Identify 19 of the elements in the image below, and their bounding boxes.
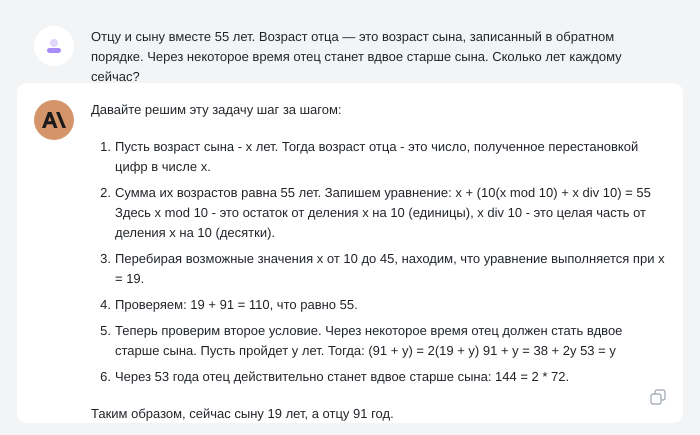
intro-text: Давайте решим эту задачу шаг за шагом:	[91, 101, 343, 119]
step-number: 2.	[99, 184, 111, 202]
user-message: Отцу и сыну вместе 55 лет. Возраст отца — это возраст сына, записанный в обратном порядке. Через некоторое время отец станет вдвое старше сына. Сколько лет каждому сейчас?	[91, 28, 623, 83]
step-text: Здесь x mod 10 - это остаток от деления x на 10 (единицы), x div 10 - это целая часть от деления x на 10 (десятки).	[115, 204, 647, 242]
copy-icon[interactable]	[650, 389, 666, 405]
step-number: 6.	[99, 368, 111, 386]
step-number: 4.	[99, 296, 111, 314]
step-text: Теперь проверим второе условие. Через некоторое время отец должен стать вдвое старше сына. Пусть пройдет y лет. Тогда: (91 + y) = 2(19 + y) 91 + y = 38 + 2y 53 = y	[115, 322, 624, 360]
conclusion-text: Таким образом, сейчас сыну 19 лет, а отцу 91 год.	[91, 405, 395, 423]
step-number: 3.	[99, 250, 111, 268]
step-number: 5.	[99, 322, 111, 340]
step-text: Перебирая возможные значения x от 10 до 45, находим, что уравнение выполняется при x = 19.	[115, 250, 666, 288]
step-text: Сумма их возрастов равна 55 лет. Запишем уравнение: x + (10(x mod 10) + x div 10) = 55	[115, 184, 652, 202]
step-text: Через 53 года отец действительно станет вдвое старше сына: 144 = 2 * 72.	[115, 368, 570, 386]
logo-icon	[42, 112, 66, 128]
step-text: Проверяем: 19 + 91 = 110, что равно 55.	[115, 296, 359, 314]
person-icon	[46, 38, 62, 54]
step-number: 1.	[99, 138, 111, 156]
step-text: Пусть возраст сына - x лет. Тогда возраст отца - это число, полученное перестановкой цифр в числе x.	[115, 138, 640, 176]
